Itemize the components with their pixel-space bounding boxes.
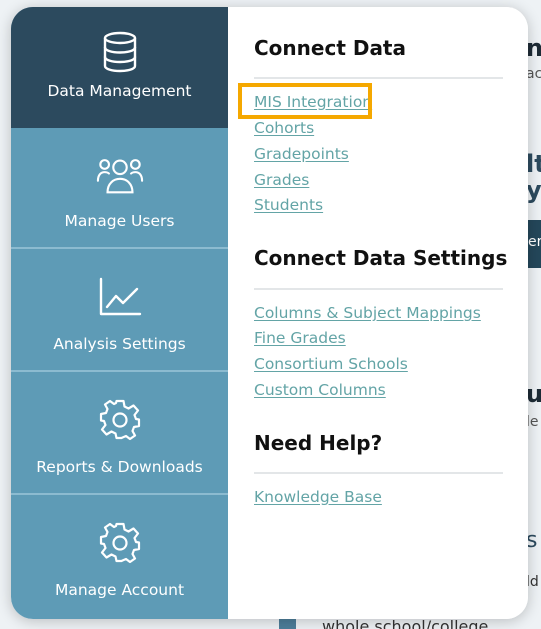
nav-item-label: Manage Account: [54, 581, 185, 599]
section-title-connect-data-settings: Connect Data Settings: [254, 246, 508, 270]
link-consortium-schools[interactable]: Consortium Schools: [254, 355, 408, 373]
gear-icon: [96, 519, 144, 567]
line-chart-icon: [96, 273, 144, 321]
nav-item-data-management[interactable]: Data Management: [11, 7, 228, 128]
nav-item-analysis-settings[interactable]: Analysis Settings: [11, 251, 228, 372]
nav-item-manage-users[interactable]: Manage Users: [11, 128, 228, 249]
background-heading-fragment: u: [526, 380, 541, 408]
link-gradepoints[interactable]: Gradepoints: [254, 145, 349, 163]
background-heading-fragment: lt: [526, 150, 541, 178]
link-grades[interactable]: Grades: [254, 171, 309, 189]
side-nav: Data Management Manage Users Analysis Se…: [11, 7, 228, 619]
nav-item-label: Data Management: [47, 82, 192, 100]
nav-item-reports-downloads[interactable]: Reports & Downloads: [11, 374, 228, 495]
link-fine-grades[interactable]: Fine Grades: [254, 329, 346, 347]
background-heading-fragment: ys: [526, 176, 541, 204]
database-icon: [96, 28, 144, 76]
section-title-need-help: Need Help?: [254, 431, 383, 455]
section-title-connect-data: Connect Data: [254, 36, 406, 60]
link-custom-columns[interactable]: Custom Columns: [254, 381, 386, 399]
gear-icon: [96, 396, 144, 444]
nav-item-manage-account[interactable]: Manage Account: [11, 497, 228, 618]
link-columns-subject-mappings[interactable]: Columns & Subject Mappings: [254, 304, 481, 322]
menu-content: Connect Data MIS Integration Cohorts Gra…: [228, 7, 528, 619]
section-divider: [254, 472, 503, 474]
nav-item-label: Reports & Downloads: [36, 458, 203, 476]
nav-item-label: Manage Users: [64, 212, 175, 230]
background-subtext-fragment: ac: [526, 66, 541, 82]
section-divider: [254, 288, 503, 290]
link-knowledge-base[interactable]: Knowledge Base: [254, 488, 382, 506]
mega-menu-panel: Data Management Manage Users Analysis Se…: [11, 7, 528, 619]
users-icon: [96, 151, 144, 199]
section-divider: [254, 77, 503, 79]
link-mis-integration[interactable]: MIS Integration: [254, 93, 372, 111]
background-bar-text: er: [528, 234, 541, 250]
link-cohorts[interactable]: Cohorts: [254, 119, 314, 137]
background-heading-fragment: n: [526, 34, 541, 62]
nav-item-label: Analysis Settings: [53, 335, 186, 353]
link-students[interactable]: Students: [254, 196, 323, 214]
